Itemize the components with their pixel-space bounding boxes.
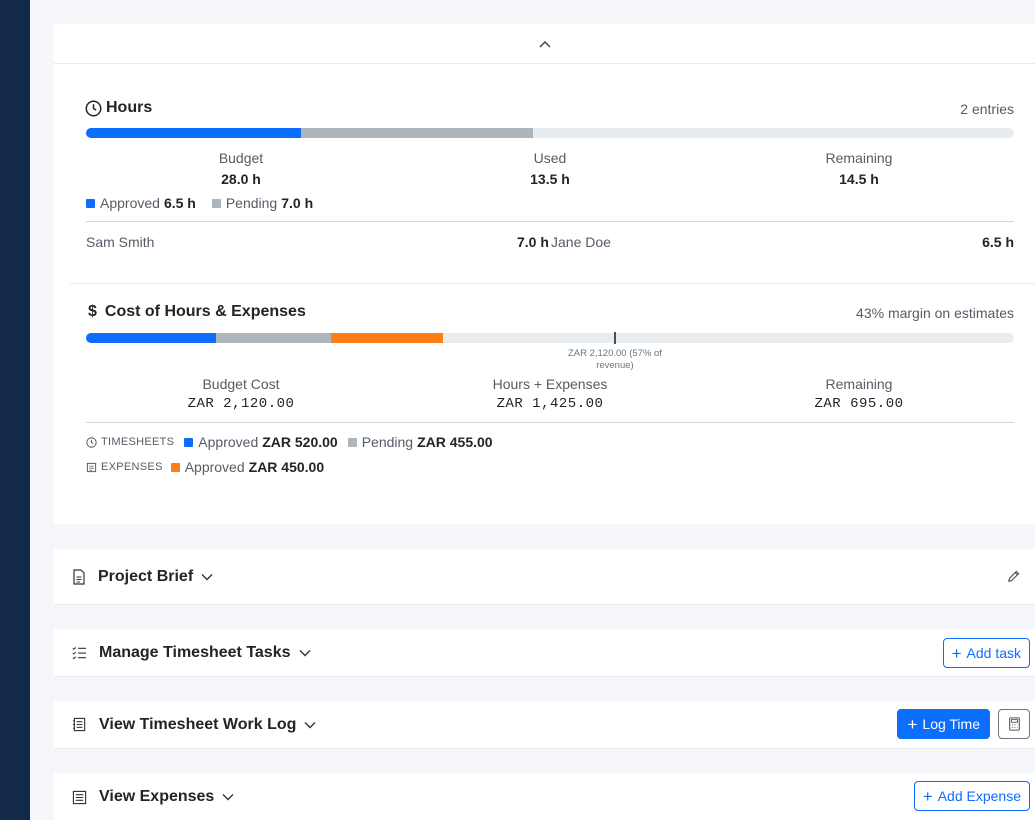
hours-title: Hours bbox=[85, 99, 152, 117]
hours-pending-segment bbox=[301, 128, 534, 138]
chevron-down-icon bbox=[201, 573, 213, 580]
hours-remaining-stat: Remaining 14.5 h bbox=[825, 150, 893, 187]
document-icon bbox=[73, 568, 85, 585]
plus-icon: + bbox=[922, 786, 933, 806]
dollar-icon: $ bbox=[88, 303, 97, 320]
calculator-button[interactable] bbox=[998, 709, 1030, 739]
timesheets-legend: TIMESHEETS Approved ZAR 520.00 Pending ZAR… bbox=[86, 434, 493, 450]
collapse-toggle[interactable] bbox=[54, 24, 1035, 64]
cost-expenses-approved-segment bbox=[330, 333, 444, 343]
list-check-icon bbox=[72, 646, 87, 659]
budget-marker bbox=[613, 332, 616, 344]
section-expenses[interactable]: View Expenses + Add Expense bbox=[54, 773, 1035, 820]
hours-progress-bar bbox=[86, 128, 1014, 138]
divider bbox=[86, 422, 1014, 423]
person-name: Sam Smith bbox=[86, 234, 155, 250]
hours-approved-segment bbox=[86, 128, 302, 138]
plus-icon: + bbox=[951, 643, 962, 663]
clock-icon bbox=[86, 436, 97, 448]
cost-remaining-stat: Remaining ZAR 695.00 bbox=[814, 376, 904, 412]
receipt-icon bbox=[86, 462, 97, 472]
pending-swatch bbox=[347, 437, 357, 447]
add-expense-button[interactable]: + Add Expense bbox=[913, 781, 1030, 811]
cost-timesheet-pending-segment bbox=[215, 333, 331, 343]
cost-progress-bar bbox=[86, 333, 1014, 343]
approved-swatch bbox=[86, 198, 95, 208]
cost-timesheet-approved-segment bbox=[86, 333, 216, 343]
receipt-icon bbox=[72, 790, 87, 804]
hours-entries-count: 2 entries bbox=[960, 101, 1014, 117]
section-manage-tasks[interactable]: Manage Timesheet Tasks + Add task bbox=[54, 629, 1035, 677]
expenses-approved-swatch bbox=[170, 462, 180, 472]
plus-icon: + bbox=[907, 714, 918, 734]
person-name: Jane Doe bbox=[551, 234, 611, 250]
sidebar bbox=[0, 0, 30, 820]
hours-legend: Approved 6.5 h Pending 7.0 h bbox=[86, 195, 313, 211]
timesheets-label: TIMESHEETS bbox=[86, 436, 174, 448]
pencil-icon[interactable] bbox=[1006, 569, 1021, 584]
approved-swatch bbox=[184, 437, 194, 447]
budget-cost-stat: Budget Cost ZAR 2,120.00 bbox=[187, 376, 295, 412]
add-task-button[interactable]: + Add task bbox=[942, 638, 1030, 668]
person-hours: 7.0 h bbox=[517, 234, 549, 250]
chevron-down-icon bbox=[304, 721, 316, 728]
expenses-legend: EXPENSES Approved ZAR 450.00 bbox=[86, 459, 324, 475]
log-time-button[interactable]: + Log Time bbox=[897, 709, 990, 739]
budget-summary-card: Hours 2 entries Budget 28.0 h Used 13.5 … bbox=[54, 24, 1035, 524]
chevron-up-icon bbox=[538, 40, 551, 48]
hours-used-stat: Used 13.5 h bbox=[530, 150, 570, 187]
margin-text: 43% margin on estimates bbox=[856, 305, 1014, 321]
pending-swatch bbox=[211, 198, 221, 208]
section-divider bbox=[70, 283, 1035, 284]
chevron-down-icon bbox=[222, 794, 234, 801]
clock-icon bbox=[85, 100, 102, 116]
hours-budget-stat: Budget 28.0 h bbox=[218, 150, 264, 187]
work-log-icon bbox=[72, 717, 86, 732]
person-hours: 6.5 h bbox=[982, 234, 1014, 250]
divider bbox=[86, 221, 1014, 222]
calculator-icon bbox=[1008, 717, 1020, 731]
hours-expenses-stat: Hours + Expenses ZAR 1,425.00 bbox=[492, 376, 608, 412]
chevron-down-icon bbox=[299, 649, 310, 656]
expenses-label: EXPENSES bbox=[86, 461, 163, 473]
section-project-brief[interactable]: Project Brief bbox=[54, 549, 1035, 605]
budget-marker-label: ZAR 2,120.00 (57% of revenue) bbox=[567, 348, 662, 371]
cost-title: $ Cost of Hours & Expenses bbox=[88, 303, 306, 320]
section-work-log[interactable]: View Timesheet Work Log + Log Time bbox=[54, 701, 1035, 749]
